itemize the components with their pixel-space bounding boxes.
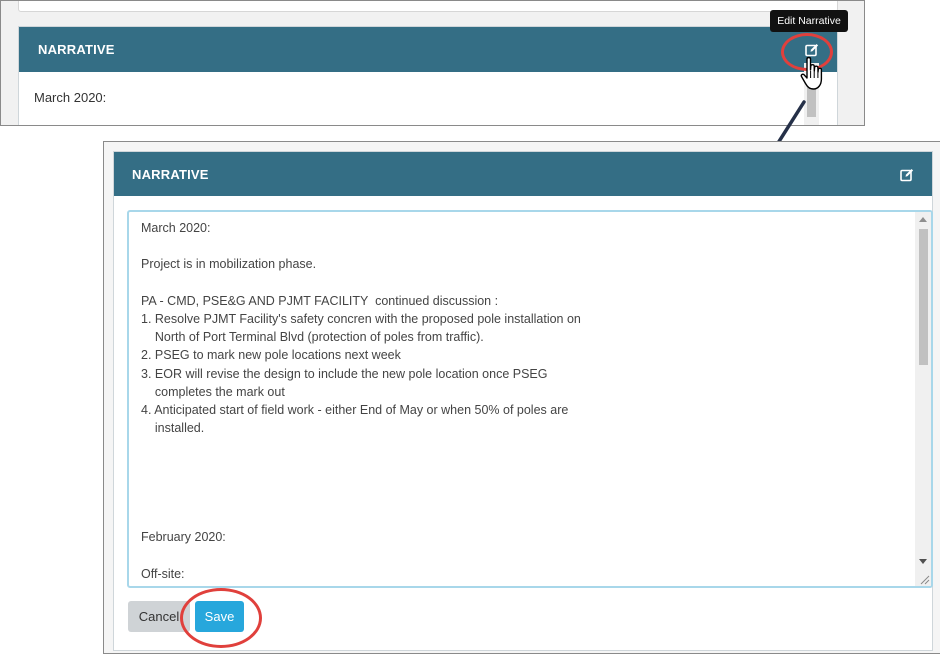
narrative-textarea[interactable]: March 2020: Project is in mobilization p… [127, 210, 933, 588]
card-title: NARRATIVE [132, 167, 209, 182]
textarea-scrollbar[interactable] [915, 212, 931, 586]
highlight-ring-save [180, 588, 262, 648]
card-header: NARRATIVE [19, 27, 837, 72]
previous-card [18, 1, 838, 12]
narrative-first-line: March 2020: [34, 90, 107, 105]
narrative-card-editing: NARRATIVE March 2020: Project is in mobi… [113, 151, 933, 651]
after-screenshot: NARRATIVE March 2020: Project is in mobi… [103, 141, 940, 654]
card-title: NARRATIVE [38, 42, 115, 57]
edit-icon[interactable] [900, 168, 914, 182]
card-header: NARRATIVE [114, 152, 932, 196]
resize-grip-icon[interactable] [918, 573, 930, 585]
scroll-thumb[interactable] [919, 229, 928, 365]
scroll-up-icon[interactable] [919, 217, 927, 222]
narrative-text[interactable]: March 2020: Project is in mobilization p… [141, 219, 901, 586]
hand-cursor-icon [800, 56, 823, 90]
scroll-down-icon[interactable] [919, 559, 927, 564]
edit-narrative-tooltip: Edit Narrative [770, 10, 848, 32]
